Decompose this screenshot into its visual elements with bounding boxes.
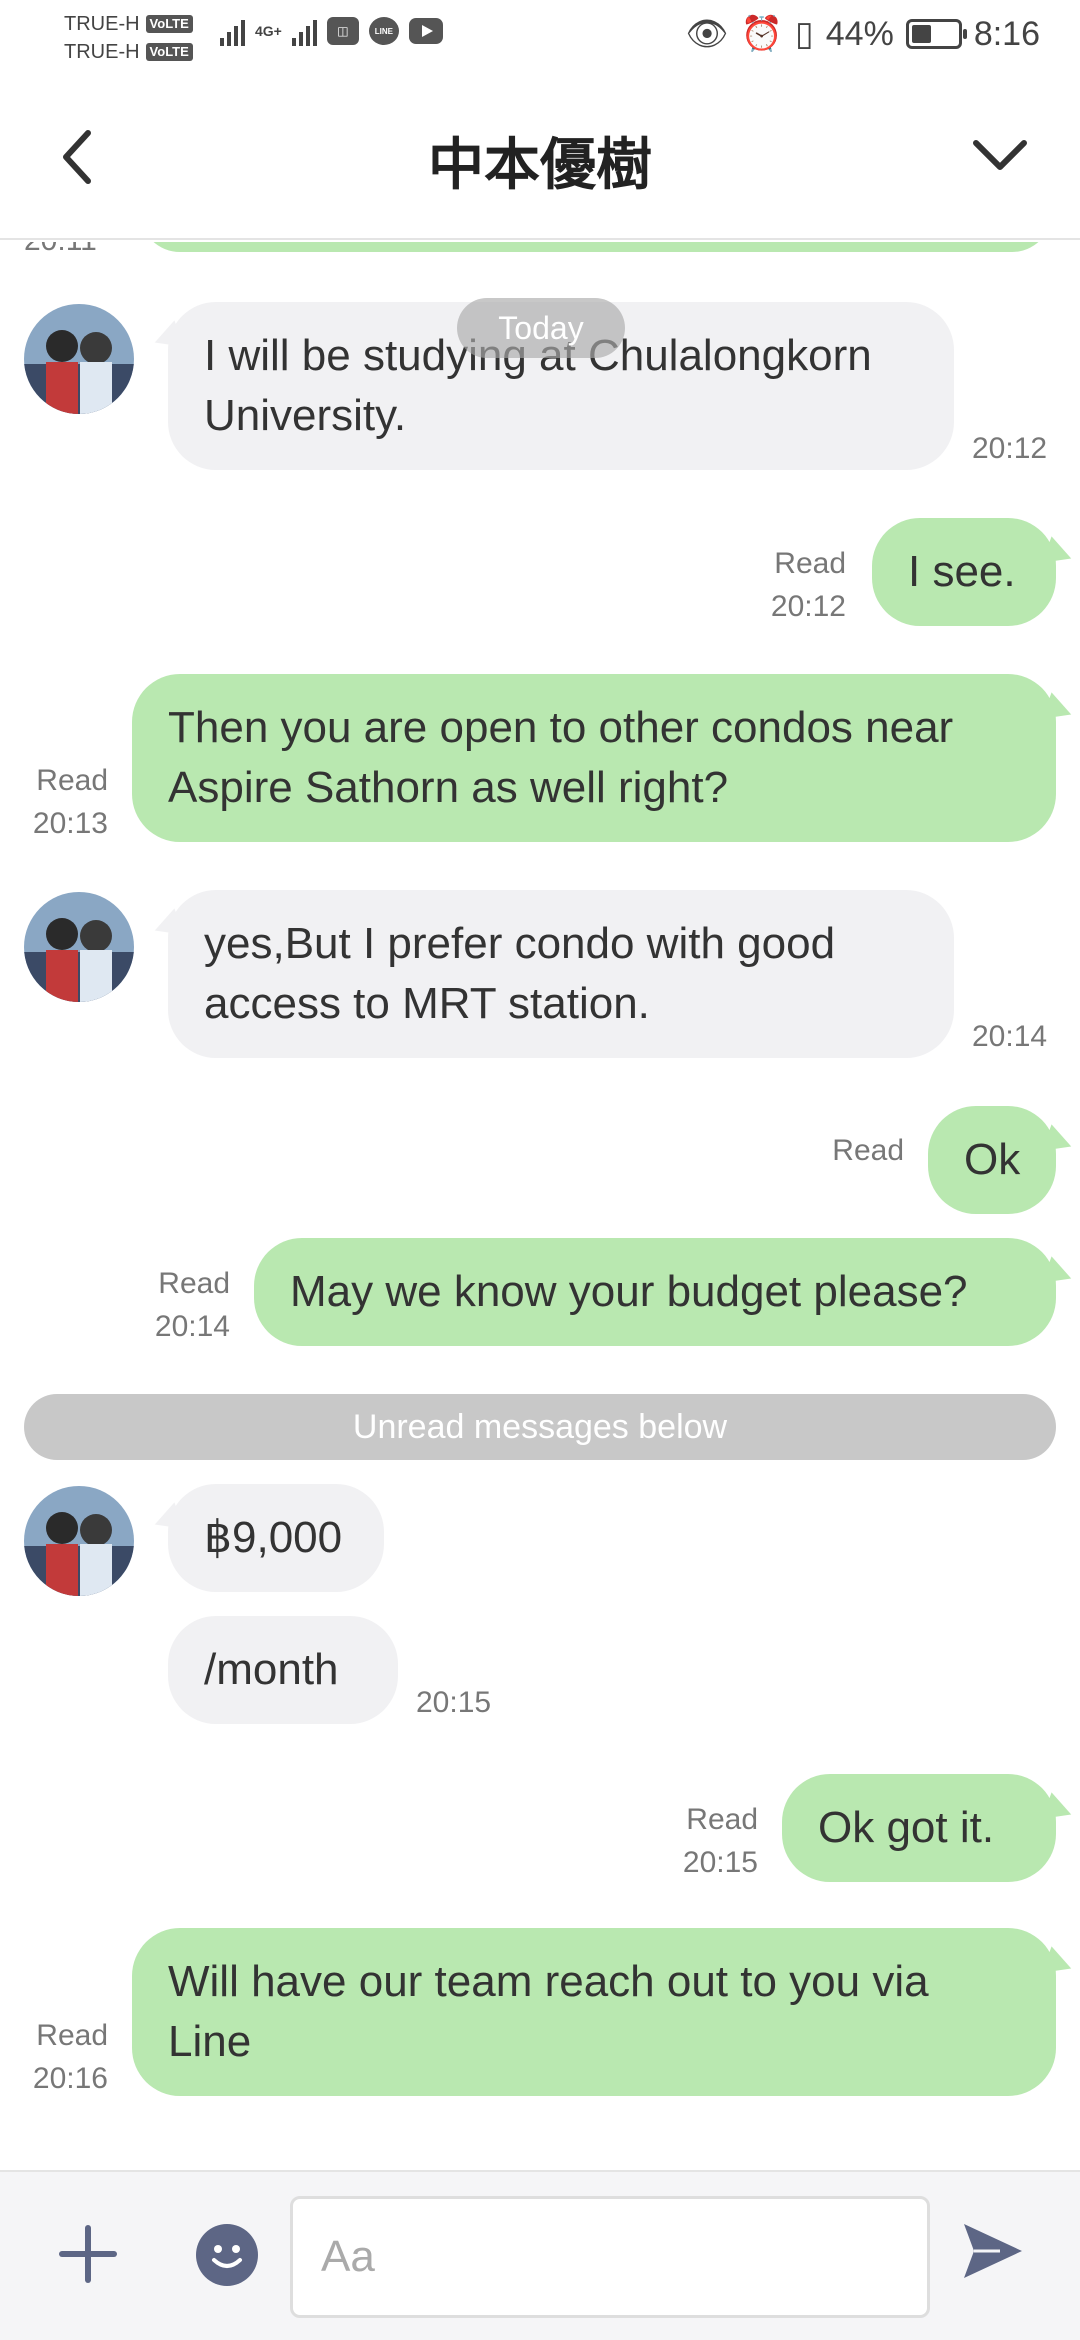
carrier-info: TRUE-H VoLTE TRUE-H VoLTE (64, 10, 193, 66)
message-time: 20:12 (770, 590, 846, 623)
message-text: May we know your budget please? (290, 1267, 968, 1316)
volte-badge: VoLTE (145, 15, 193, 33)
read-receipt: Read (774, 547, 846, 580)
app-notification-icon: ◫ (326, 17, 359, 45)
send-icon[interactable] (960, 2218, 1026, 2284)
message-time: 20:14 (972, 1020, 1048, 1053)
message-bubble-outgoing[interactable]: Ok got it. (782, 1774, 1056, 1882)
read-receipt: Read (158, 1267, 230, 1300)
clock: 8:16 (973, 14, 1040, 53)
message-bubble-incoming[interactable]: ฿9,000 (168, 1484, 384, 1592)
status-bar: TRUE-H VoLTE TRUE-H VoLTE 4G+ ◫ LINE 👁 ⏰ ▯… (0, 0, 1080, 75)
read-receipt: Read (686, 1803, 758, 1836)
network-type: 4G+ (255, 23, 282, 39)
chat-title: 中本優樹 (428, 133, 652, 198)
message-time: 20:11 (24, 242, 97, 258)
alarm-icon: ⏰ (740, 15, 784, 53)
signal-icon (291, 16, 317, 46)
message-time: 20:12 (972, 432, 1048, 465)
avatar[interactable] (24, 304, 134, 414)
message-bubble-outgoing[interactable]: Ok (928, 1106, 1056, 1214)
date-chip: Today (457, 298, 625, 358)
plus-icon[interactable] (56, 2222, 120, 2286)
message-bubble-incoming[interactable]: yes,But I prefer condo with good access … (168, 890, 954, 1058)
composer-bar (0, 2170, 1080, 2340)
message-text: Then you are open to other condos near A… (168, 703, 954, 812)
message-text: /month (204, 1645, 339, 1694)
message-bubble-outgoing[interactable]: May we know your budget please? (254, 1238, 1056, 1346)
vibrate-icon: ▯ (795, 15, 814, 53)
message-time: 20:13 (32, 807, 108, 840)
message-time: 20:15 (416, 1686, 492, 1719)
emoji-icon[interactable] (196, 2224, 258, 2286)
message-bubble-outgoing[interactable]: Will have our team reach out to you via … (132, 1928, 1056, 2096)
volte-badge: VoLTE (145, 43, 193, 61)
message-text: Ok got it. (818, 1803, 995, 1852)
carrier-2: TRUE-H (64, 41, 140, 63)
youtube-icon (408, 18, 443, 44)
message-meta: Read 20:13 (20, 759, 108, 845)
battery-percent: 44% (825, 14, 894, 53)
message-meta: Read 20:16 (20, 2014, 108, 2100)
battery-icon (905, 19, 967, 49)
message-list[interactable]: 20:11 I will be studying at Chulalongkor… (0, 242, 1080, 2170)
avatar[interactable] (24, 1486, 134, 1596)
message-text: Will have our team reach out to you via … (168, 1957, 929, 2066)
message-text: ฿9,000 (204, 1513, 343, 1562)
signal-icon (220, 16, 245, 46)
message-text: I see. (908, 547, 1016, 596)
read-receipt: Read (36, 2019, 108, 2052)
message-time: 20:14 (154, 1310, 230, 1343)
chevron-down-icon[interactable] (972, 135, 1028, 175)
line-app-icon: LINE (368, 17, 399, 45)
eye-icon: 👁 (685, 15, 729, 53)
message-meta: Read 20:14 (130, 1262, 230, 1348)
message-time: 20:15 (682, 1846, 758, 1879)
avatar[interactable] (24, 892, 134, 1002)
message-input[interactable] (290, 2196, 930, 2318)
read-receipt: Read (832, 1134, 904, 1167)
message-bubble-incoming[interactable]: /month (168, 1616, 398, 1724)
message-text: yes,But I prefer condo with good access … (204, 919, 836, 1028)
message-meta: Read 20:15 (650, 1798, 758, 1884)
chat-header: 中本優樹 (0, 75, 1080, 240)
message-time: 20:16 (32, 2062, 108, 2095)
carrier-1: TRUE-H (64, 13, 140, 35)
unread-divider: Unread messages below (24, 1394, 1056, 1460)
read-receipt: Read (36, 764, 108, 797)
message-meta: Read (800, 1129, 904, 1172)
message-meta: Read 20:12 (740, 542, 846, 628)
message-bubble-outgoing[interactable]: Then you are open to other condos near A… (132, 674, 1056, 842)
message-bubble-outgoing[interactable]: I see. (872, 518, 1056, 626)
message-text: Ok (964, 1135, 1021, 1184)
previous-message-bubble (140, 242, 1052, 252)
